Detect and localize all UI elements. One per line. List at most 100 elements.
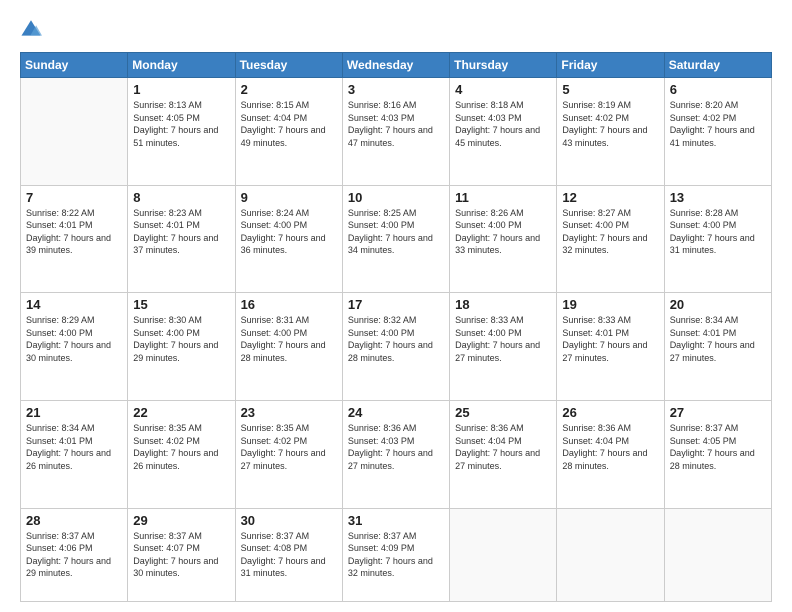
day-number: 16 — [241, 297, 337, 312]
calendar-cell: 9 Sunrise: 8:24 AMSunset: 4:00 PMDaylight… — [235, 185, 342, 293]
day-number: 2 — [241, 82, 337, 97]
calendar-cell: 21 Sunrise: 8:34 AMSunset: 4:01 PMDayligh… — [21, 400, 128, 508]
day-number: 9 — [241, 190, 337, 205]
day-number: 29 — [133, 513, 229, 528]
calendar-cell: 7 Sunrise: 8:22 AMSunset: 4:01 PMDaylight… — [21, 185, 128, 293]
calendar-cell: 24 Sunrise: 8:36 AMSunset: 4:03 PMDayligh… — [342, 400, 449, 508]
calendar-cell: 11 Sunrise: 8:26 AMSunset: 4:00 PMDayligh… — [450, 185, 557, 293]
weekday-header-monday: Monday — [128, 53, 235, 78]
calendar-cell: 8Sunrise: 8:23 AMSunset: 4:01 PMDaylight… — [128, 185, 235, 293]
calendar-cell: 30Sunrise: 8:37 AMSunset: 4:08 PMDayligh… — [235, 508, 342, 601]
week-row-3: 14 Sunrise: 8:29 AMSunset: 4:00 PMDayligh… — [21, 293, 772, 401]
day-number: 13 — [670, 190, 766, 205]
calendar-cell: 16Sunrise: 8:31 AMSunset: 4:00 PMDayligh… — [235, 293, 342, 401]
day-info: Sunrise: 8:37 AMSunset: 4:06 PMDaylight:… — [26, 530, 122, 580]
day-number: 5 — [562, 82, 658, 97]
day-info: Sunrise: 8:23 AMSunset: 4:01 PMDaylight:… — [133, 207, 229, 257]
day-info: Sunrise: 8:36 AMSunset: 4:04 PMDaylight:… — [562, 422, 658, 472]
day-number: 21 — [26, 405, 122, 420]
day-number: 24 — [348, 405, 444, 420]
day-info: Sunrise: 8:15 AMSunset: 4:04 PMDaylight:… — [241, 99, 337, 149]
calendar-cell — [21, 78, 128, 186]
calendar-cell: 12 Sunrise: 8:27 AMSunset: 4:00 PMDayligh… — [557, 185, 664, 293]
calendar-cell: 22 Sunrise: 8:35 AMSunset: 4:02 PMDayligh… — [128, 400, 235, 508]
calendar-cell: 2 Sunrise: 8:15 AMSunset: 4:04 PMDaylight… — [235, 78, 342, 186]
weekday-header-wednesday: Wednesday — [342, 53, 449, 78]
day-info: Sunrise: 8:22 AMSunset: 4:01 PMDaylight:… — [26, 207, 122, 257]
logo — [20, 18, 46, 40]
calendar-cell: 4 Sunrise: 8:18 AMSunset: 4:03 PMDaylight… — [450, 78, 557, 186]
weekday-header-sunday: Sunday — [21, 53, 128, 78]
header — [20, 18, 772, 40]
logo-icon — [20, 18, 42, 40]
day-number: 31 — [348, 513, 444, 528]
calendar-cell — [664, 508, 771, 601]
calendar-cell: 13 Sunrise: 8:28 AMSunset: 4:00 PMDayligh… — [664, 185, 771, 293]
day-info: Sunrise: 8:29 AMSunset: 4:00 PMDaylight:… — [26, 314, 122, 364]
calendar-cell: 26 Sunrise: 8:36 AMSunset: 4:04 PMDayligh… — [557, 400, 664, 508]
day-number: 14 — [26, 297, 122, 312]
day-number: 28 — [26, 513, 122, 528]
day-number: 1 — [133, 82, 229, 97]
day-info: Sunrise: 8:18 AMSunset: 4:03 PMDaylight:… — [455, 99, 551, 149]
day-number: 17 — [348, 297, 444, 312]
day-info: Sunrise: 8:36 AMSunset: 4:04 PMDaylight:… — [455, 422, 551, 472]
day-number: 12 — [562, 190, 658, 205]
weekday-header-saturday: Saturday — [664, 53, 771, 78]
day-info: Sunrise: 8:33 AMSunset: 4:00 PMDaylight:… — [455, 314, 551, 364]
day-info: Sunrise: 8:34 AMSunset: 4:01 PMDaylight:… — [26, 422, 122, 472]
calendar-cell: 17Sunrise: 8:32 AMSunset: 4:00 PMDayligh… — [342, 293, 449, 401]
calendar-cell — [557, 508, 664, 601]
day-number: 7 — [26, 190, 122, 205]
day-info: Sunrise: 8:34 AMSunset: 4:01 PMDaylight:… — [670, 314, 766, 364]
day-number: 4 — [455, 82, 551, 97]
calendar-cell: 25 Sunrise: 8:36 AMSunset: 4:04 PMDayligh… — [450, 400, 557, 508]
day-info: Sunrise: 8:28 AMSunset: 4:00 PMDaylight:… — [670, 207, 766, 257]
calendar-cell: 3 Sunrise: 8:16 AMSunset: 4:03 PMDaylight… — [342, 78, 449, 186]
day-info: Sunrise: 8:26 AMSunset: 4:00 PMDaylight:… — [455, 207, 551, 257]
calendar-cell: 15 Sunrise: 8:30 AMSunset: 4:00 PMDayligh… — [128, 293, 235, 401]
day-info: Sunrise: 8:35 AMSunset: 4:02 PMDaylight:… — [133, 422, 229, 472]
calendar-cell: 29 Sunrise: 8:37 AMSunset: 4:07 PMDayligh… — [128, 508, 235, 601]
weekday-header-thursday: Thursday — [450, 53, 557, 78]
calendar-cell: 27Sunrise: 8:37 AMSunset: 4:05 PMDayligh… — [664, 400, 771, 508]
day-info: Sunrise: 8:27 AMSunset: 4:00 PMDaylight:… — [562, 207, 658, 257]
day-info: Sunrise: 8:37 AMSunset: 4:08 PMDaylight:… — [241, 530, 337, 580]
day-number: 19 — [562, 297, 658, 312]
day-number: 25 — [455, 405, 551, 420]
weekday-header-friday: Friday — [557, 53, 664, 78]
day-info: Sunrise: 8:30 AMSunset: 4:00 PMDaylight:… — [133, 314, 229, 364]
day-number: 20 — [670, 297, 766, 312]
day-number: 27 — [670, 405, 766, 420]
day-number: 26 — [562, 405, 658, 420]
calendar-cell: 20 Sunrise: 8:34 AMSunset: 4:01 PMDayligh… — [664, 293, 771, 401]
day-info: Sunrise: 8:16 AMSunset: 4:03 PMDaylight:… — [348, 99, 444, 149]
calendar-cell: 14 Sunrise: 8:29 AMSunset: 4:00 PMDayligh… — [21, 293, 128, 401]
day-info: Sunrise: 8:24 AMSunset: 4:00 PMDaylight:… — [241, 207, 337, 257]
day-info: Sunrise: 8:37 AMSunset: 4:07 PMDaylight:… — [133, 530, 229, 580]
week-row-2: 7 Sunrise: 8:22 AMSunset: 4:01 PMDaylight… — [21, 185, 772, 293]
calendar-cell: 23Sunrise: 8:35 AMSunset: 4:02 PMDayligh… — [235, 400, 342, 508]
day-info: Sunrise: 8:20 AMSunset: 4:02 PMDaylight:… — [670, 99, 766, 149]
day-number: 22 — [133, 405, 229, 420]
calendar-cell: 18 Sunrise: 8:33 AMSunset: 4:00 PMDayligh… — [450, 293, 557, 401]
day-info: Sunrise: 8:33 AMSunset: 4:01 PMDaylight:… — [562, 314, 658, 364]
weekday-header-tuesday: Tuesday — [235, 53, 342, 78]
calendar-cell: 5 Sunrise: 8:19 AMSunset: 4:02 PMDaylight… — [557, 78, 664, 186]
calendar-cell: 10Sunrise: 8:25 AMSunset: 4:00 PMDayligh… — [342, 185, 449, 293]
day-info: Sunrise: 8:35 AMSunset: 4:02 PMDaylight:… — [241, 422, 337, 472]
calendar-cell: 19 Sunrise: 8:33 AMSunset: 4:01 PMDayligh… — [557, 293, 664, 401]
week-row-5: 28 Sunrise: 8:37 AMSunset: 4:06 PMDayligh… — [21, 508, 772, 601]
day-info: Sunrise: 8:36 AMSunset: 4:03 PMDaylight:… — [348, 422, 444, 472]
day-number: 15 — [133, 297, 229, 312]
day-info: Sunrise: 8:25 AMSunset: 4:00 PMDaylight:… — [348, 207, 444, 257]
page: SundayMondayTuesdayWednesdayThursdayFrid… — [0, 0, 792, 612]
day-info: Sunrise: 8:13 AMSunset: 4:05 PMDaylight:… — [133, 99, 229, 149]
week-row-1: 1 Sunrise: 8:13 AMSunset: 4:05 PMDaylight… — [21, 78, 772, 186]
day-number: 18 — [455, 297, 551, 312]
day-number: 6 — [670, 82, 766, 97]
calendar-cell — [450, 508, 557, 601]
day-info: Sunrise: 8:19 AMSunset: 4:02 PMDaylight:… — [562, 99, 658, 149]
day-number: 3 — [348, 82, 444, 97]
day-number: 11 — [455, 190, 551, 205]
